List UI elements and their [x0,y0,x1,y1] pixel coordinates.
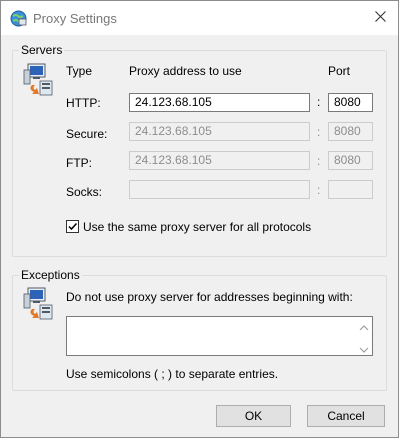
network-computer-icon [22,287,54,321]
socks-label: Socks: [66,185,103,199]
address-column-header: Proxy address to use [129,64,242,78]
cancel-button[interactable]: Cancel [307,405,385,427]
secure-colon: : [317,125,321,139]
secure-address-input[interactable]: 24.123.68.105 [129,122,310,141]
socks-colon: : [317,183,321,197]
scroll-up-icon[interactable] [359,321,369,331]
ftp-address-input[interactable]: 24.123.68.105 [129,151,310,170]
servers-group-label: Servers [19,43,65,57]
http-label: HTTP: [66,96,101,110]
http-address-input[interactable]: 24.123.68.105 [129,93,310,112]
secure-label: Secure: [66,127,108,141]
socks-address-input[interactable] [129,180,310,199]
http-port-input[interactable]: 8080 [328,93,373,112]
title-bar: Proxy Settings [1,1,398,35]
globe-network-icon [10,10,27,27]
scroll-down-icon[interactable] [359,343,369,353]
socks-port-input[interactable] [328,180,373,199]
same-proxy-label[interactable]: Use the same proxy server for all protoc… [83,220,311,234]
ok-button[interactable]: OK [216,405,291,427]
port-column-header: Port [328,64,351,78]
exceptions-description: Do not use proxy server for addresses be… [66,290,353,304]
ftp-port-input[interactable]: 8080 [328,151,373,170]
secure-port-input[interactable]: 8080 [328,122,373,141]
close-button[interactable] [362,1,398,35]
ftp-label: FTP: [66,156,92,170]
http-colon: : [317,95,321,109]
type-column-header: Type [66,64,93,78]
same-proxy-checkbox[interactable] [66,220,79,233]
proxy-settings-dialog: Proxy Settings Servers Type Proxy addres… [0,0,399,438]
network-computer-icon [22,63,54,97]
ftp-colon: : [317,154,321,168]
close-icon [374,11,386,25]
window-title: Proxy Settings [33,11,117,26]
exceptions-input[interactable] [66,316,373,356]
exceptions-hint: Use semicolons ( ; ) to separate entries… [66,367,279,381]
exceptions-group-label: Exceptions [19,268,82,282]
